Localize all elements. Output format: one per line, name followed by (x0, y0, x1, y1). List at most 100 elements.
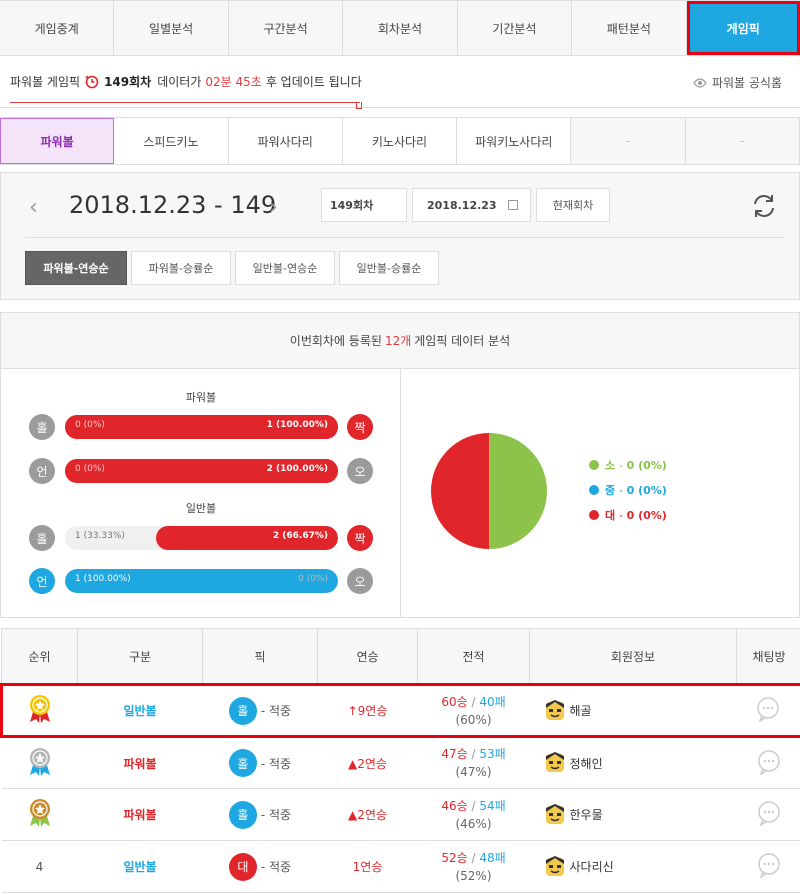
game-tab-powerkenoladder[interactable]: 파워키노사다리 (457, 118, 572, 164)
streak-cell: ▲2연승 (317, 736, 418, 789)
tab-gamepick[interactable]: 게임픽 (686, 1, 800, 55)
member-nickname[interactable]: 해골 (570, 702, 592, 719)
member-cell[interactable]: 한우물 (529, 788, 737, 841)
pick-badge: 홀 (228, 749, 257, 777)
chat-cell[interactable] (736, 840, 800, 893)
pick-analysis-panel: 이번회차에 등록된 12개 게임픽 데이터 분석 파워볼 홀0 (0%) 1 (1… (0, 312, 800, 618)
pick-type: 일반볼 (123, 860, 157, 874)
clock-icon (85, 75, 99, 89)
game-tab-speedkeno[interactable]: 스피드키노 (114, 118, 229, 164)
ranking-row[interactable]: 일반볼 홀 - 적중 ↑9연승 60승 / 40패 (60%) 해골 (0, 683, 800, 738)
member-cell[interactable]: 사다리신 (529, 840, 737, 893)
win-count: 52승 (441, 850, 468, 865)
tab-section[interactable]: 구간분석 (229, 1, 344, 55)
pick-cell: 홀- 적중 (202, 683, 318, 738)
chat-cell[interactable] (736, 683, 800, 738)
size-pie-chart (431, 433, 547, 549)
current-round-button[interactable]: 현재회차 (536, 188, 610, 222)
streak-value: 9연승 (357, 704, 388, 718)
streak-up-icon: ▲ (348, 756, 358, 771)
col-rank: 순위 (1, 628, 78, 685)
sort-powerball-winrate-button[interactable]: 파워볼-승률순 (131, 251, 231, 285)
stat-row: 언 0 (0%) 2 (100.00%) 오 (29, 458, 375, 486)
game-tab-powerball[interactable]: 파워볼 (0, 118, 115, 164)
loss-count: 54패 (479, 798, 506, 813)
calendar-icon[interactable] (508, 200, 518, 210)
left-option-badge: 홀 (29, 525, 55, 551)
chat-room-icon[interactable] (756, 852, 782, 879)
pick-cell: 홀- 적중 (202, 788, 318, 841)
legend-item: 중- 0 (0%) (589, 482, 667, 498)
date-panel: ‹ 2018.12.23 - 149 › 149회차 2018.12.23 현재… (0, 172, 800, 300)
member-nickname[interactable]: 한우물 (570, 806, 603, 823)
streak-up-icon: ↑ (347, 704, 358, 718)
round-input[interactable]: 149회차 (321, 188, 407, 222)
pick-badge: 홀 (228, 800, 257, 829)
col-pick: 픽 (202, 628, 318, 685)
win-rate: (47%) (455, 765, 492, 779)
stat-row: 언 1 (100.00%) 0 (0%) 오 (29, 568, 375, 596)
normal-group-title: 일반볼 (185, 502, 217, 515)
tab-daily[interactable]: 일별분석 (114, 1, 229, 55)
game-tab-empty-1: - (571, 118, 686, 164)
streak-cell: ↑9연승 (317, 683, 418, 738)
ranking-row[interactable]: 4 일반볼 대 - 적중 1연승 52승 / 48패 (52%) 사다리신 (1, 840, 800, 893)
legend-item: 소- 0 (0%) (589, 457, 667, 473)
ranking-table: 순위 구분 픽 연승 전적 회원정보 채팅방 일반볼 홀 - 적중 ↑9연승 60승 /… (0, 628, 800, 894)
update-notice: 파워볼 게임픽 149회차 데이터가 02분 45초 후 업데이트 됩니다 파워… (0, 56, 800, 109)
win-rate: (60%) (455, 712, 492, 727)
legend-name: 소 (605, 459, 616, 472)
tab-pattern[interactable]: 패턴분석 (572, 1, 687, 55)
member-cell[interactable]: 해골 (529, 683, 737, 738)
pick-result: - 적중 (260, 808, 292, 822)
chat-room-icon[interactable] (755, 696, 781, 723)
analysis-header-count: 12개 (384, 334, 412, 348)
analysis-header-prefix: 이번회차에 등록된 (289, 334, 382, 348)
top-nav: 게임중계 일별분석 구간분석 회차분석 기간분석 패턴분석 게임픽 (0, 0, 800, 56)
member-nickname[interactable]: 정해인 (570, 755, 603, 772)
tab-live[interactable]: 게임중계 (0, 1, 115, 55)
silver-medal-icon (29, 747, 50, 776)
next-round-icon[interactable]: › (269, 195, 278, 220)
analysis-header-suffix: 게임픽 데이터 분석 (414, 334, 511, 348)
official-home-link[interactable]: 파워볼 공식홈 (692, 74, 782, 91)
ratio-bar: 1 (33.33%) 2 (66.67%) (65, 526, 338, 550)
game-tab-powerladder[interactable]: 파워사다리 (228, 118, 343, 164)
analysis-header: 이번회차에 등록된 12개 게임픽 데이터 분석 (1, 313, 799, 369)
oddeven-stats: 파워볼 홀 0 (0%) 1 (100.00%) 짝 언 0 (0%) 2 (100.00… (1, 369, 401, 617)
ratio-bar: 1 (100.00%) 0 (0%) (65, 569, 338, 593)
loss-count: 53패 (479, 747, 506, 761)
member-nickname[interactable]: 사다리신 (570, 858, 614, 875)
gold-medal-icon (30, 695, 51, 723)
game-tab-kenoladder[interactable]: 키노사다리 (342, 118, 458, 164)
tab-round[interactable]: 회차분석 (343, 1, 458, 55)
win-count: 60승 (441, 694, 468, 709)
date-input[interactable]: 2018.12.23 (412, 188, 531, 222)
col-streak: 연승 (317, 628, 418, 685)
progress-marker (10, 102, 362, 109)
sort-normal-streak-button[interactable]: 일반볼-연승순 (235, 251, 335, 285)
game-tabs: 파워볼 스피드키노 파워사다리 키노사다리 파워키노사다리 - - (0, 117, 800, 165)
chat-cell[interactable] (736, 736, 800, 789)
streak-value: 1연승 (352, 860, 383, 874)
right-count-label: 2 (100.00%) (266, 464, 328, 474)
type-cell: 파워볼 (77, 736, 203, 789)
chat-room-icon[interactable] (756, 800, 782, 827)
sort-normal-winrate-button[interactable]: 일반볼-승률순 (339, 251, 439, 285)
sort-powerball-streak-button[interactable]: 파워볼-연승순 (25, 251, 127, 285)
chat-cell[interactable] (736, 788, 800, 841)
rank-cell (1, 788, 78, 841)
prev-round-icon[interactable]: ‹ (29, 195, 38, 220)
col-chat: 채팅방 (736, 628, 800, 685)
refresh-icon[interactable] (749, 191, 779, 221)
date-input-value: 2018.12.23 (427, 198, 497, 212)
chat-room-icon[interactable] (756, 749, 782, 776)
panel-divider (25, 237, 785, 238)
ranking-row[interactable]: 파워볼 홀 - 적중 ▲2연승 46승 / 54패 (46%) 한우물 (1, 788, 800, 841)
ranking-row[interactable]: 파워볼 홀 - 적중 ▲2연승 47승 / 53패 (47%) 정해인 (1, 736, 800, 789)
streak-cell: 1연승 (317, 840, 418, 893)
member-cell[interactable]: 정해인 (529, 736, 737, 789)
rank-cell: 4 (1, 840, 78, 893)
tab-period[interactable]: 기간분석 (458, 1, 573, 55)
legend-value: 0 (0%) (626, 508, 667, 522)
